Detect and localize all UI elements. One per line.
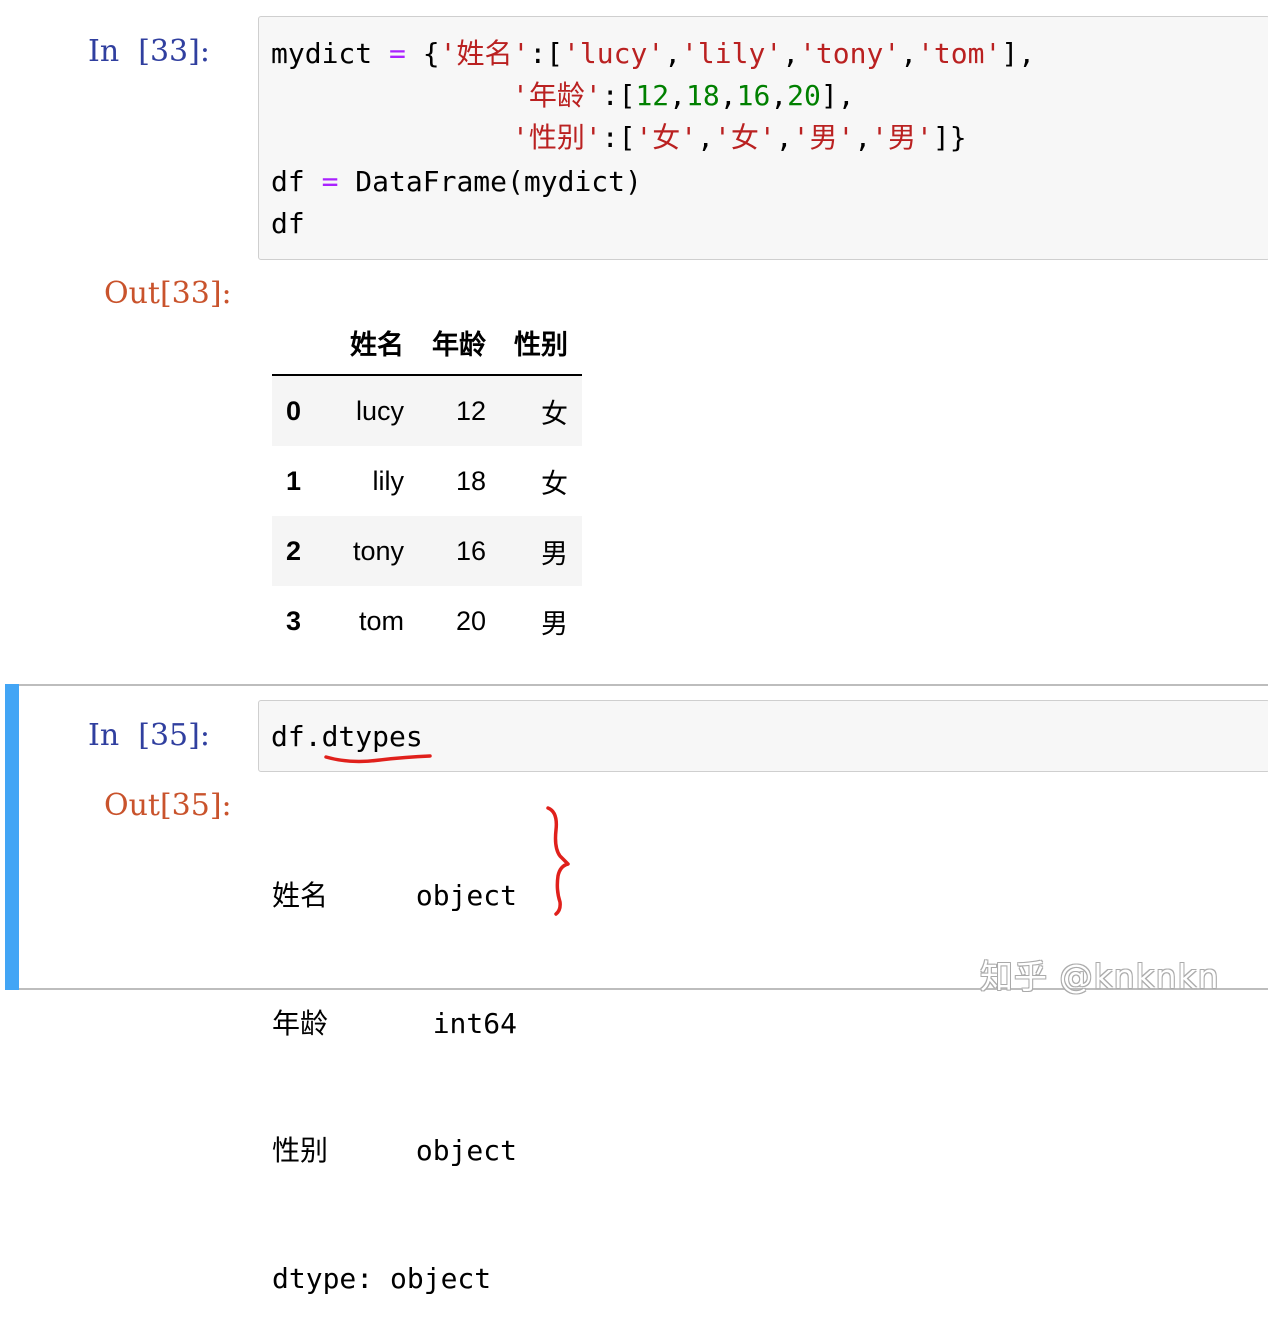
dtype-value: object [384,875,517,918]
row-index: 0 [272,375,336,446]
table-cell: tony [336,516,418,586]
index-header [272,310,336,375]
selected-cell-border-top [5,684,1268,686]
code-line-4: df = DataFrame(mydict) [271,161,642,203]
dtype-footer: dtype: object [272,1258,517,1301]
table-cell: 男 [500,586,582,656]
table-row: 1 lily 18 女 [272,446,582,516]
table-cell: 女 [500,446,582,516]
table-row: 2 tony 16 男 [272,516,582,586]
table-cell: 18 [418,446,500,516]
row-index: 2 [272,516,336,586]
code-editor-35[interactable]: df.dtypes [258,700,1268,772]
input-prompt-35: In [35]: [88,718,210,753]
output-prompt-35: Out[35]: [104,788,232,823]
dtype-value: object [384,1130,517,1173]
dtype-row: 性别object [272,1130,517,1173]
table-cell: lily [336,446,418,516]
code-line-1: mydict = {'姓名':['lucy','lily','tony','to… [271,33,1035,75]
table-cell: lucy [336,375,418,446]
dataframe-table: 姓名 年龄 性别 0 lucy 12 女 1 lily 18 女 2 tony … [272,310,582,656]
brace-annotation [548,808,568,914]
table-row: 3 tom 20 男 [272,586,582,656]
input-prompt-33: In [33]: [88,34,210,69]
column-header: 年龄 [418,310,500,375]
code-line-5: df [271,203,305,245]
table-cell: 男 [500,516,582,586]
column-header: 性别 [500,310,582,375]
row-index: 3 [272,586,336,656]
dtypes-output: 姓名object 年龄int64 性别object dtype: object [272,790,517,1343]
selected-cell-indicator [5,684,19,990]
dtype-column-name: 姓名 [272,875,384,918]
dtype-row: 姓名object [272,875,517,918]
table-row: 0 lucy 12 女 [272,375,582,446]
row-index: 1 [272,446,336,516]
table-header-row: 姓名 年龄 性别 [272,310,582,375]
table-cell: 12 [418,375,500,446]
output-prompt-33: Out[33]: [104,276,232,311]
code-editor-33[interactable]: mydict = {'姓名':['lucy','lily','tony','to… [258,16,1268,260]
table-cell: tom [336,586,418,656]
column-header: 姓名 [336,310,418,375]
watermark: 知乎 @knknkn [980,950,1220,998]
code-line-3: '性别':['女','女','男','男']} [512,117,967,159]
dtype-column-name: 性别 [272,1130,384,1173]
code-line-2: '年龄':[12,18,16,20], [512,75,855,117]
code-line-1: df.dtypes [271,716,423,758]
table-cell: 20 [418,586,500,656]
table-cell: 女 [500,375,582,446]
table-cell: 16 [418,516,500,586]
